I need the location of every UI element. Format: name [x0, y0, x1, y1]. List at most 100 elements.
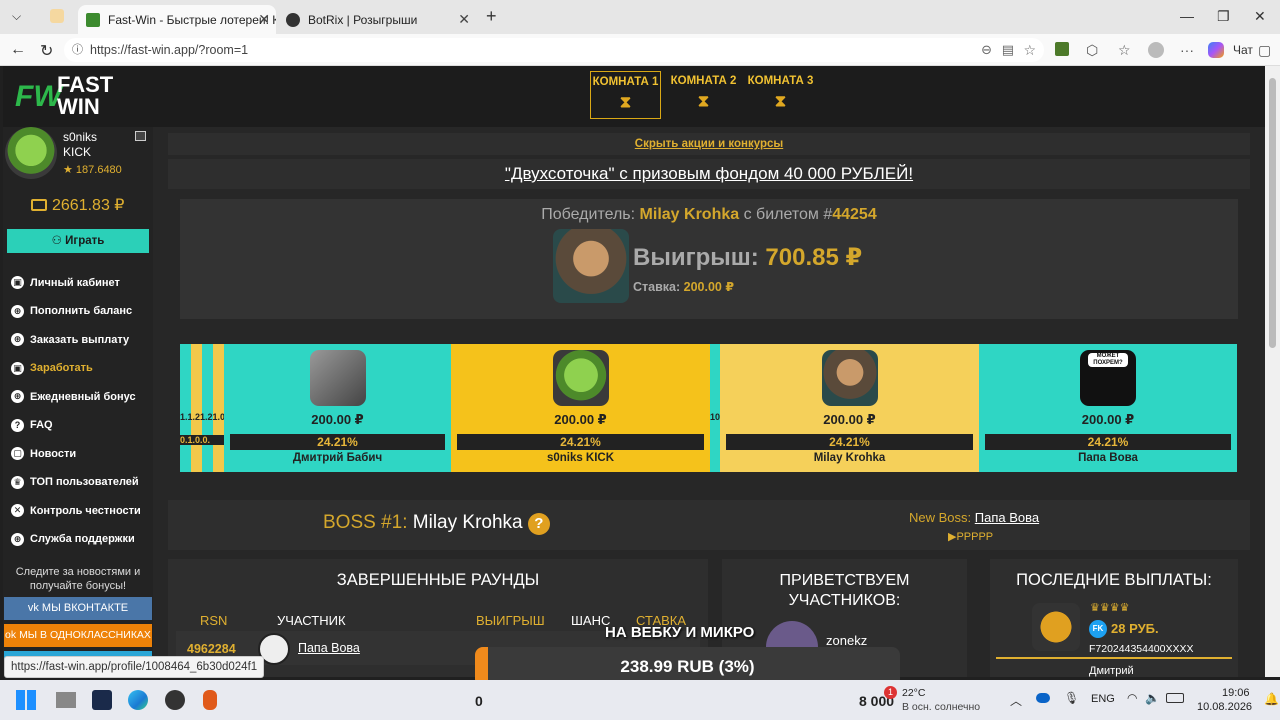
- mic-app-icon[interactable]: [203, 690, 217, 710]
- vk-icon: vk: [27, 602, 42, 614]
- clock-date[interactable]: 10.08.2026: [1197, 701, 1252, 713]
- sidebar-toggle-icon[interactable]: ▢: [1258, 42, 1271, 59]
- sidebar-item-8[interactable]: ♛ ТОП пользователей: [11, 475, 139, 489]
- card-name: Папа Вова: [1078, 452, 1138, 464]
- avatar[interactable]: [5, 127, 57, 179]
- room-tab-1[interactable]: КОМНАТА 1 ⧗: [590, 71, 661, 119]
- ticket-prefix: с билетом #: [743, 206, 833, 223]
- botrix-favicon-icon: [286, 12, 300, 27]
- menu-item-label: Новости: [30, 447, 77, 460]
- more-menu-icon[interactable]: ···: [1180, 42, 1194, 58]
- sidebar-item-2[interactable]: ⊕ Пополнить баланс: [11, 304, 132, 318]
- payouts-panel: ПОСЛЕДНИЕ ВЫПЛАТЫ: ♛♛♛♛ FK 28 РУБ. F7202…: [990, 559, 1238, 677]
- file-explorer-icon[interactable]: [56, 692, 76, 708]
- winner-name[interactable]: Milay Krohka: [640, 206, 740, 223]
- chat-label[interactable]: Чат: [1233, 43, 1253, 57]
- participant-card[interactable]: 200.00 ₽ 24.21% Дмитрий Бабич: [224, 344, 451, 472]
- battery-icon[interactable]: [1166, 693, 1184, 703]
- balance-value: 2661.83 ₽: [52, 197, 125, 214]
- tab-fastwin[interactable]: Fast-Win - Быстрые лотереи! Ком ✕: [78, 5, 276, 34]
- obs-icon[interactable]: [165, 690, 185, 710]
- hide-promo-link[interactable]: Скрыть акции и конкурсы: [635, 138, 783, 150]
- room-tab-2[interactable]: КОМНАТА 2 ⧗: [668, 71, 739, 119]
- wallet-icon: [31, 199, 47, 211]
- page-scrollbar[interactable]: [1265, 66, 1280, 677]
- reader-icon[interactable]: ▤: [1002, 38, 1014, 62]
- tab-botrix[interactable]: BotRix | Розыгрыши ✕: [278, 5, 476, 34]
- window-close-icon[interactable]: ✕: [1254, 8, 1266, 25]
- promo-hide-bar: Скрыть акции и конкурсы: [168, 133, 1250, 155]
- sidebar-item-7[interactable]: ▢ Новости: [11, 447, 76, 460]
- menu-item-label: Контроль честности: [30, 504, 141, 517]
- boss-line: BOSS #1: Milay Krohka ?: [323, 512, 550, 535]
- weather-desc[interactable]: В осн. солнечно: [902, 701, 980, 713]
- play-button[interactable]: ⚇ Играть: [7, 229, 149, 253]
- close-tab-icon[interactable]: ✕: [458, 11, 470, 28]
- ok-icon: ok: [5, 629, 20, 641]
- maximize-icon[interactable]: ❐: [1217, 8, 1230, 25]
- url-field[interactable]: ⓘ https://fast-win.app/?room=1 ⊖ ▤ ☆: [64, 38, 1044, 62]
- site-logo[interactable]: FW FAST WIN: [15, 74, 127, 120]
- row-id: 4962284: [187, 642, 236, 656]
- wifi-icon[interactable]: ◠: [1127, 691, 1137, 705]
- minimize-icon[interactable]: —: [1180, 8, 1194, 24]
- volume-icon[interactable]: 🔈: [1145, 691, 1160, 705]
- sidebar-item-10[interactable]: ⊕ Служба поддержки: [11, 532, 135, 546]
- extension-icon[interactable]: [1055, 42, 1069, 56]
- tab-actions-chevron-icon[interactable]: ⌵: [12, 9, 21, 24]
- tray-mic-icon[interactable]: 🎙: [1064, 691, 1079, 705]
- clock-time[interactable]: 19:06: [1222, 687, 1250, 699]
- menu-item-icon: ✕: [11, 504, 24, 517]
- new-boss-name[interactable]: Папа Вова: [975, 510, 1039, 525]
- tab-title: Fast-Win - Быстрые лотереи! Ком: [108, 12, 276, 27]
- sidebar-item-5[interactable]: ⊕ Ежедневный бонус: [11, 390, 136, 403]
- ok-button[interactable]: ok МЫ В ОДНОКЛАССНИКАХ: [4, 624, 152, 647]
- favorite-star-icon[interactable]: ☆: [1023, 38, 1036, 62]
- app-icon[interactable]: [92, 690, 112, 710]
- profile-avatar-icon[interactable]: [1148, 42, 1164, 58]
- start-icon[interactable]: [16, 690, 36, 710]
- new-tab-icon[interactable]: +: [486, 6, 497, 27]
- copilot-icon[interactable]: [1208, 42, 1224, 58]
- sidebar-item-6[interactable]: ? FAQ: [11, 418, 53, 432]
- participant-card[interactable]: МОЖЕТ ПОХРЕМ? 200.00 ₽ 24.21% Папа Вова: [979, 344, 1237, 472]
- reload-icon[interactable]: ↻: [40, 41, 53, 61]
- sidebar-item-4[interactable]: ▣ Заработать: [11, 361, 93, 375]
- card-price: 200.00 ₽: [823, 412, 876, 427]
- favorites-icon[interactable]: ☆: [1118, 42, 1131, 59]
- status-url-tooltip: https://fast-win.app/profile/1008464_6b3…: [4, 656, 265, 678]
- sidebar-item-3[interactable]: ⊕ Заказать выплату: [11, 333, 129, 346]
- boss-help-icon[interactable]: ?: [527, 513, 550, 535]
- menu-item-icon: ▣: [11, 361, 24, 375]
- welcome-title: ПРИВЕТСТВУЕМ УЧАСТНИКОВ:: [779, 572, 910, 609]
- extensions-puzzle-icon[interactable]: ⬡: [1086, 42, 1098, 59]
- promo-banner-link[interactable]: "Двухсоточка" с призовым фондом 40 000 Р…: [505, 164, 913, 183]
- menu-item-icon: ⊕: [11, 304, 24, 318]
- vk-button[interactable]: vk МЫ ВКОНТАКТЕ: [4, 597, 152, 620]
- card-avatar: [821, 350, 878, 406]
- notifications-icon[interactable]: 🔔: [1264, 692, 1279, 706]
- back-icon[interactable]: ←: [10, 41, 26, 59]
- sidebar-item-1[interactable]: ▣ Личный кабинет: [11, 276, 120, 289]
- participant-card[interactable]: 200.00 ₽ 24.21% s0niks KICK: [451, 344, 710, 472]
- row-name[interactable]: Папа Вова: [298, 641, 360, 655]
- win-value: 700.85 ₽: [765, 244, 863, 271]
- zoom-icon[interactable]: ⊖: [981, 38, 992, 62]
- participant-card[interactable]: 200.00 ₽ 24.21% Milay Krohka: [720, 344, 979, 472]
- profile-card-icon[interactable]: [135, 131, 146, 141]
- card-price: 200.00 ₽: [1081, 412, 1135, 427]
- language-indicator[interactable]: ENG: [1091, 693, 1115, 705]
- payout-account: F720244354400XXXX: [1089, 643, 1194, 655]
- tray-chevron-icon[interactable]: ︿: [1010, 692, 1022, 709]
- card-avatar: [309, 350, 366, 406]
- sidebar-item-9[interactable]: ✕ Контроль честности: [11, 504, 141, 517]
- username[interactable]: s0niks: [63, 130, 97, 144]
- weather-temp[interactable]: 22°C: [902, 687, 925, 699]
- edge-icon[interactable]: [128, 690, 148, 710]
- scroll-thumb[interactable]: [1269, 78, 1276, 348]
- tray-cloud-icon[interactable]: [1036, 693, 1050, 703]
- room-tab-3[interactable]: КОМНАТА 3 ⧗: [745, 71, 816, 119]
- close-tab-icon[interactable]: ✕: [258, 11, 270, 28]
- pinned-tab-icon[interactable]: [50, 9, 64, 23]
- site-info-icon[interactable]: ⓘ: [72, 38, 83, 62]
